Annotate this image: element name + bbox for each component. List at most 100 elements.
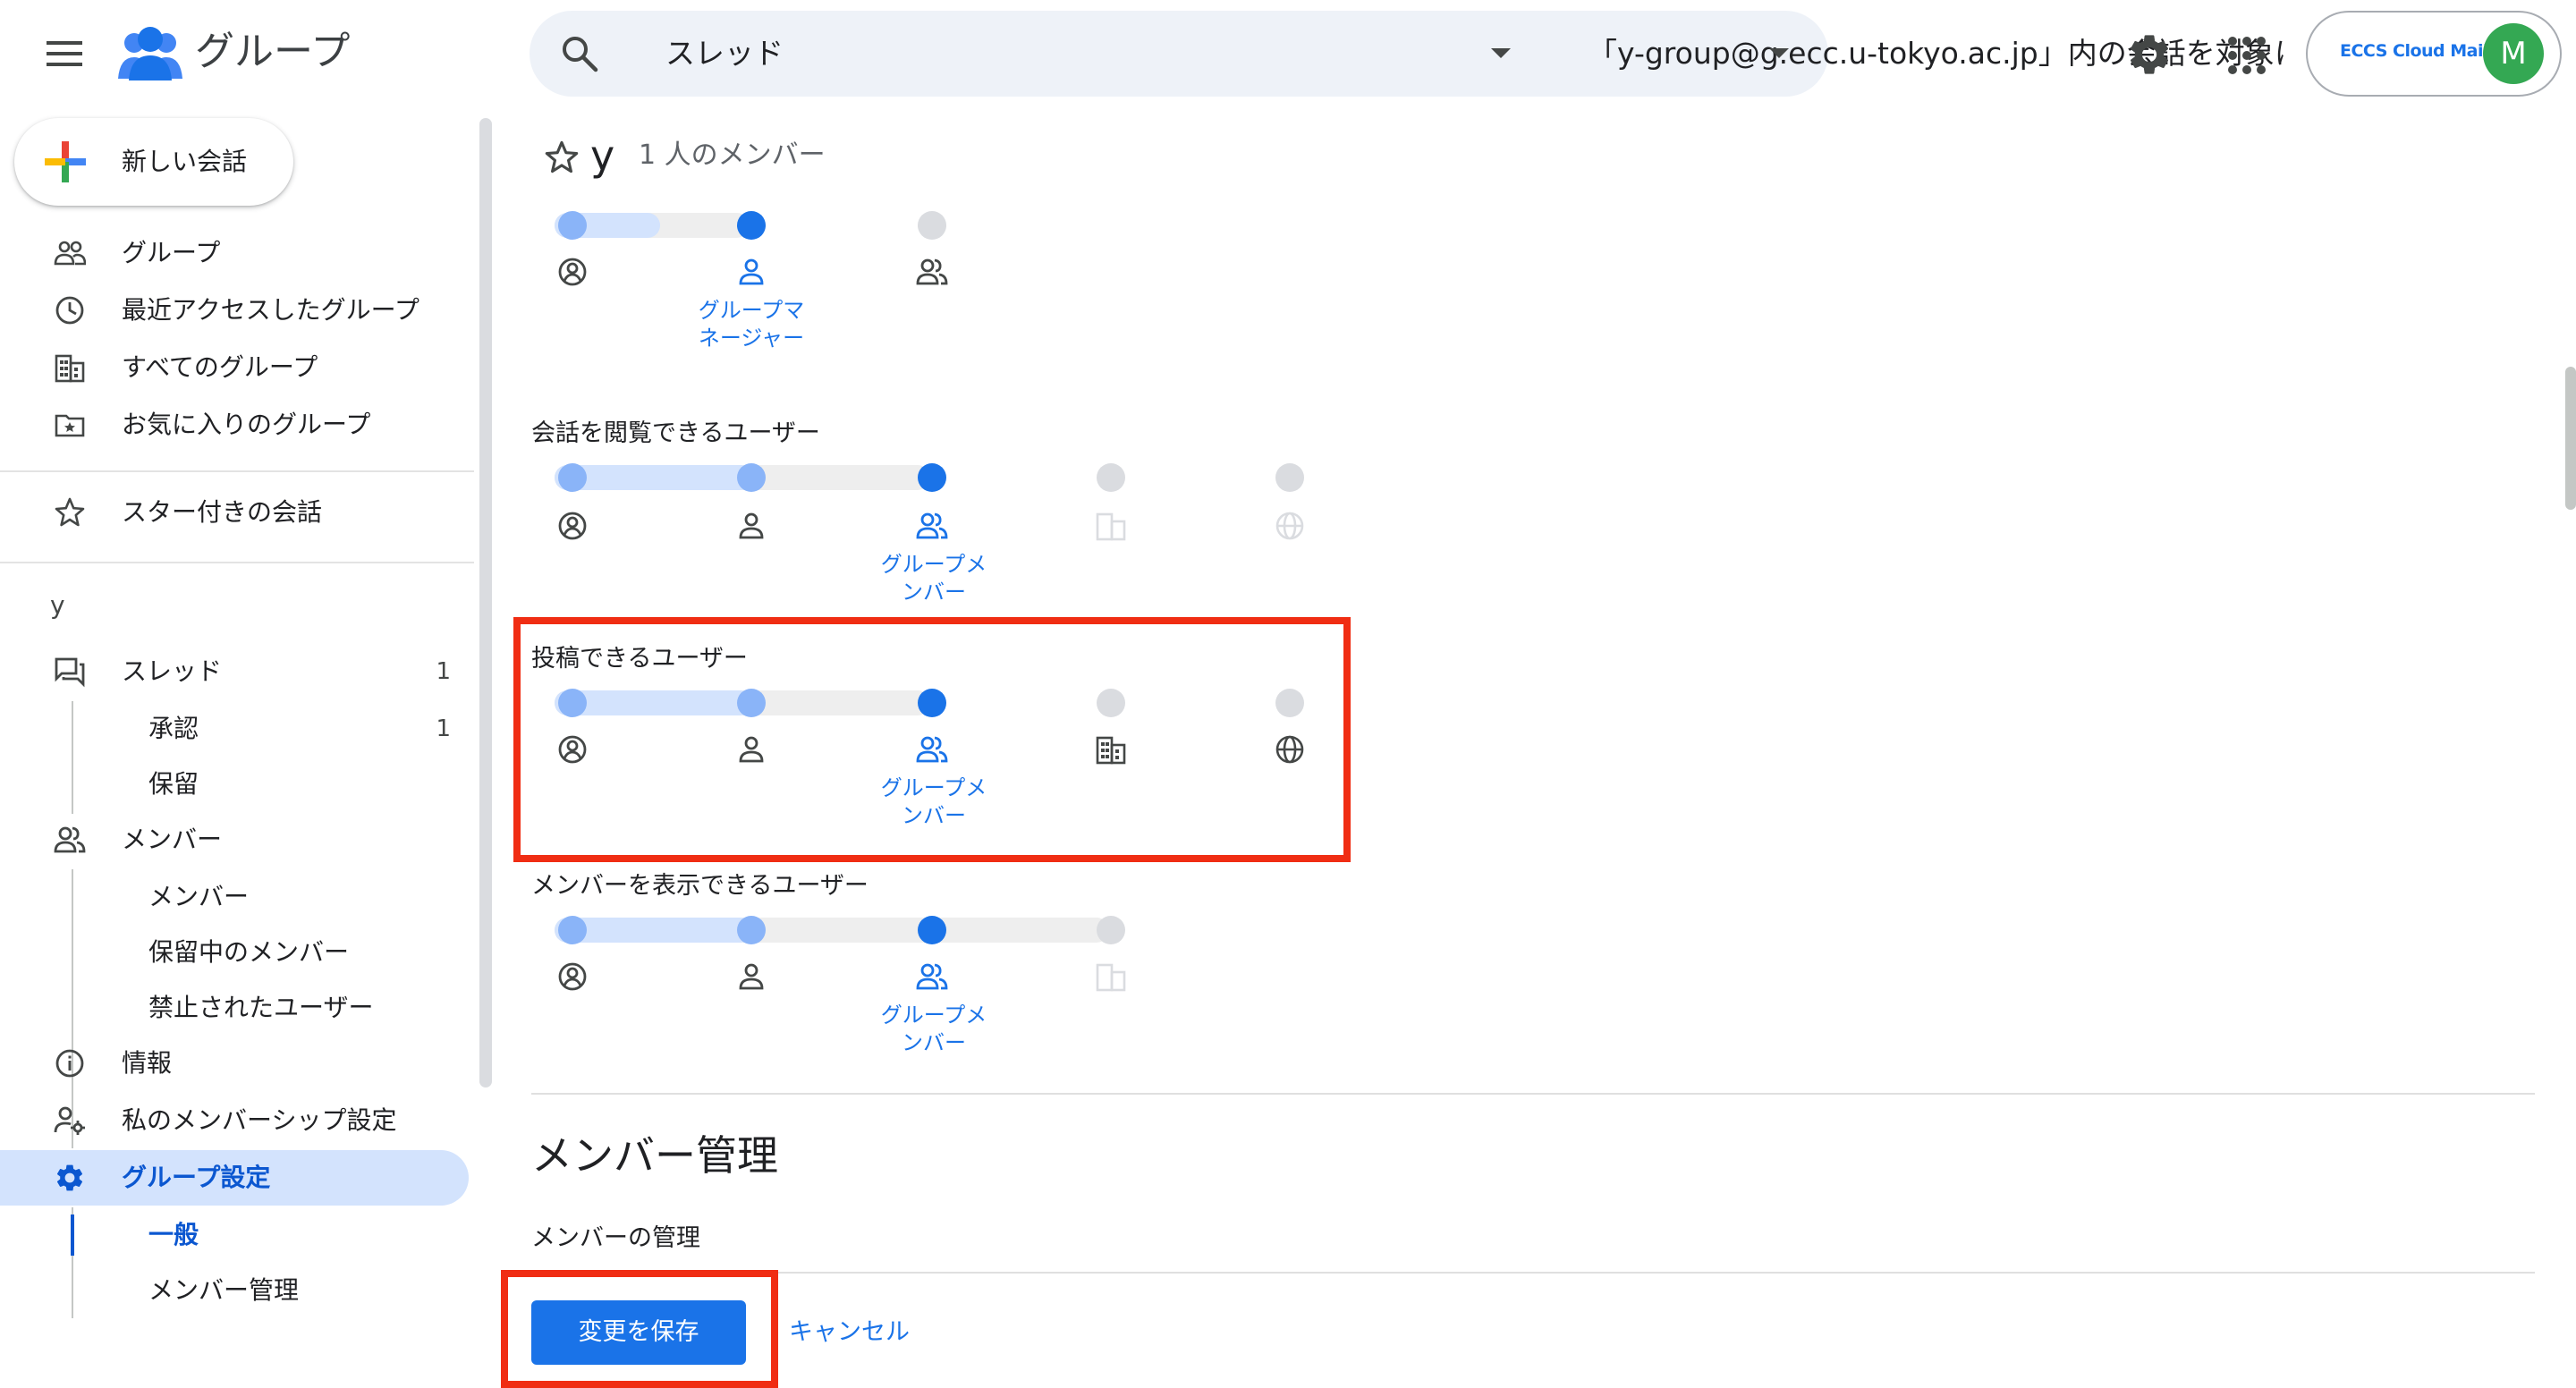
search-input[interactable]: 「y-group@g.ecc.u-tokyo.ac.jp」内の会話を対象に... [1588, 11, 2285, 97]
slider-stop[interactable] [558, 916, 587, 944]
sidebar-item-pending[interactable]: 保留 [0, 757, 469, 812]
person-icon [739, 512, 764, 539]
star-icon [55, 497, 85, 527]
setting-label: メンバーを表示できるユーザー [531, 872, 869, 900]
person-icon [739, 258, 764, 285]
selected-level-caption: グループメンバー [880, 552, 987, 605]
search-icon[interactable] [560, 34, 599, 73]
permission-slider-track[interactable] [555, 918, 1109, 943]
approval-count: 1 [436, 715, 451, 742]
person-settings-icon [54, 1106, 85, 1135]
people-icon [916, 963, 948, 990]
sidebar-item-group-settings[interactable]: グループ設定 [0, 1150, 469, 1206]
people-icon [916, 736, 948, 763]
clock-icon [55, 296, 84, 325]
slider-stop-selected[interactable] [918, 916, 946, 944]
sidebar: 新しい会話 グループ 最近アクセスしたグループ すべてのグループ お気に入りのグ… [0, 107, 492, 1388]
slider-stop[interactable] [1275, 689, 1304, 717]
building-icon [1096, 963, 1126, 992]
account-chip[interactable]: ECCS Cloud Mail M [2306, 11, 2562, 97]
section-sub-label: メンバーの管理 [531, 1224, 700, 1252]
selected-level-caption: グループメンバー [880, 1003, 987, 1055]
sidebar-item-favorite-groups[interactable]: お気に入りのグループ [0, 397, 469, 453]
selected-level-caption: グループマネージャー [698, 298, 805, 351]
selected-level-caption: グループメンバー [880, 775, 987, 828]
building-icon [55, 354, 85, 383]
sidebar-item-starred[interactable]: スター付きの会話 [0, 485, 469, 540]
person-icon [739, 963, 764, 990]
setting-label: 投稿できるユーザー [531, 645, 748, 673]
sidebar-item-all-groups[interactable]: すべてのグループ [0, 340, 469, 395]
sidebar-item-members[interactable]: メンバー [0, 812, 469, 868]
section-title: メンバー管理 [531, 1131, 778, 1180]
hamburger-icon [47, 41, 82, 66]
people-icon [54, 826, 86, 853]
new-conversation-button[interactable]: 新しい会話 [14, 118, 293, 206]
threads-count: 1 [436, 658, 451, 685]
star-icon[interactable] [544, 140, 580, 175]
slider-stop-selected[interactable] [918, 689, 946, 717]
save-button[interactable]: 変更を保存 [531, 1300, 746, 1365]
group-name: y [590, 131, 615, 180]
sidebar-item-general[interactable]: 一般 [0, 1207, 469, 1263]
settings-gear-icon [56, 1164, 83, 1191]
cancel-button[interactable]: キャンセル [789, 1300, 910, 1365]
group-section-label: y [50, 590, 65, 620]
slider-stop-selected[interactable] [918, 463, 946, 492]
slider-stop[interactable] [737, 916, 766, 944]
sidebar-item-banned-users[interactable]: 禁止されたユーザー [0, 980, 469, 1036]
sidebar-item-member-management[interactable]: メンバー管理 [0, 1263, 469, 1318]
search-bar: スレッド 「y-group@g.ecc.u-tokyo.ac.jp」内の会話を対… [530, 11, 2285, 97]
app-title: グループ [195, 29, 351, 74]
sidebar-item-pending-members[interactable]: 保留中のメンバー [0, 925, 469, 980]
slider-stop[interactable] [1097, 463, 1125, 492]
scope-dropdown-icon[interactable] [1491, 48, 1511, 58]
eccs-cloud-mail-logo: ECCS Cloud Mail [2340, 41, 2489, 61]
account-circle-icon [558, 962, 587, 991]
groups-logo-icon[interactable] [116, 25, 184, 84]
globe-icon [1275, 735, 1304, 764]
settings-gear-icon[interactable] [2125, 30, 2174, 79]
forum-icon [55, 657, 85, 688]
footer-divider [531, 1272, 2535, 1274]
sidebar-item-groups[interactable]: グループ [0, 225, 469, 281]
slider-stop[interactable] [918, 211, 946, 240]
account-circle-icon [558, 735, 587, 764]
sidebar-item-threads[interactable]: スレッド 1 [0, 644, 469, 699]
slider-stop[interactable] [737, 689, 766, 717]
person-icon [739, 736, 764, 763]
main-menu-button[interactable] [32, 27, 97, 80]
top-bar: グループ スレッド 「y-group@g.ecc.u-tokyo.ac.jp」内… [0, 0, 2576, 107]
building-icon [1096, 512, 1126, 541]
slider-stop[interactable] [558, 463, 587, 492]
sidebar-divider [0, 562, 474, 563]
section-divider [531, 1093, 2535, 1095]
people-icon [54, 241, 86, 266]
slider-stop[interactable] [558, 211, 587, 240]
plus-icon [45, 141, 86, 182]
info-icon [55, 1049, 84, 1078]
slider-stop[interactable] [1097, 689, 1125, 717]
member-count: 1 人のメンバー [639, 140, 826, 171]
search-scope-select[interactable]: スレッド [665, 11, 784, 97]
slider-stop[interactable] [1097, 916, 1125, 944]
content-scrollbar[interactable] [2565, 367, 2576, 510]
folder-star-icon [55, 414, 85, 437]
sidebar-item-member-list[interactable]: メンバー [0, 869, 469, 925]
slider-stop[interactable] [558, 689, 587, 717]
search-options-dropdown-icon[interactable] [1769, 48, 1789, 58]
avatar[interactable]: M [2483, 23, 2544, 84]
sidebar-item-recent-groups[interactable]: 最近アクセスしたグループ [0, 283, 469, 338]
sidebar-item-my-membership[interactable]: 私のメンバーシップ設定 [0, 1093, 469, 1148]
sidebar-item-info[interactable]: 情報 [0, 1036, 469, 1091]
settings-content: y 1 人のメンバー グループマネージャー 会話を閲覧できるユーザー グループメ… [501, 107, 2576, 1388]
slider-stop[interactable] [737, 463, 766, 492]
slider-stop[interactable] [1275, 463, 1304, 492]
globe-icon [1275, 512, 1304, 540]
slider-stop-selected[interactable] [737, 211, 766, 240]
apps-grid-icon[interactable] [2225, 34, 2268, 77]
sidebar-item-approval[interactable]: 承認 1 [0, 701, 469, 757]
sidebar-scrollbar[interactable] [479, 118, 492, 1088]
account-circle-icon [558, 258, 587, 286]
setting-label: 会話を閲覧できるユーザー [531, 419, 820, 447]
